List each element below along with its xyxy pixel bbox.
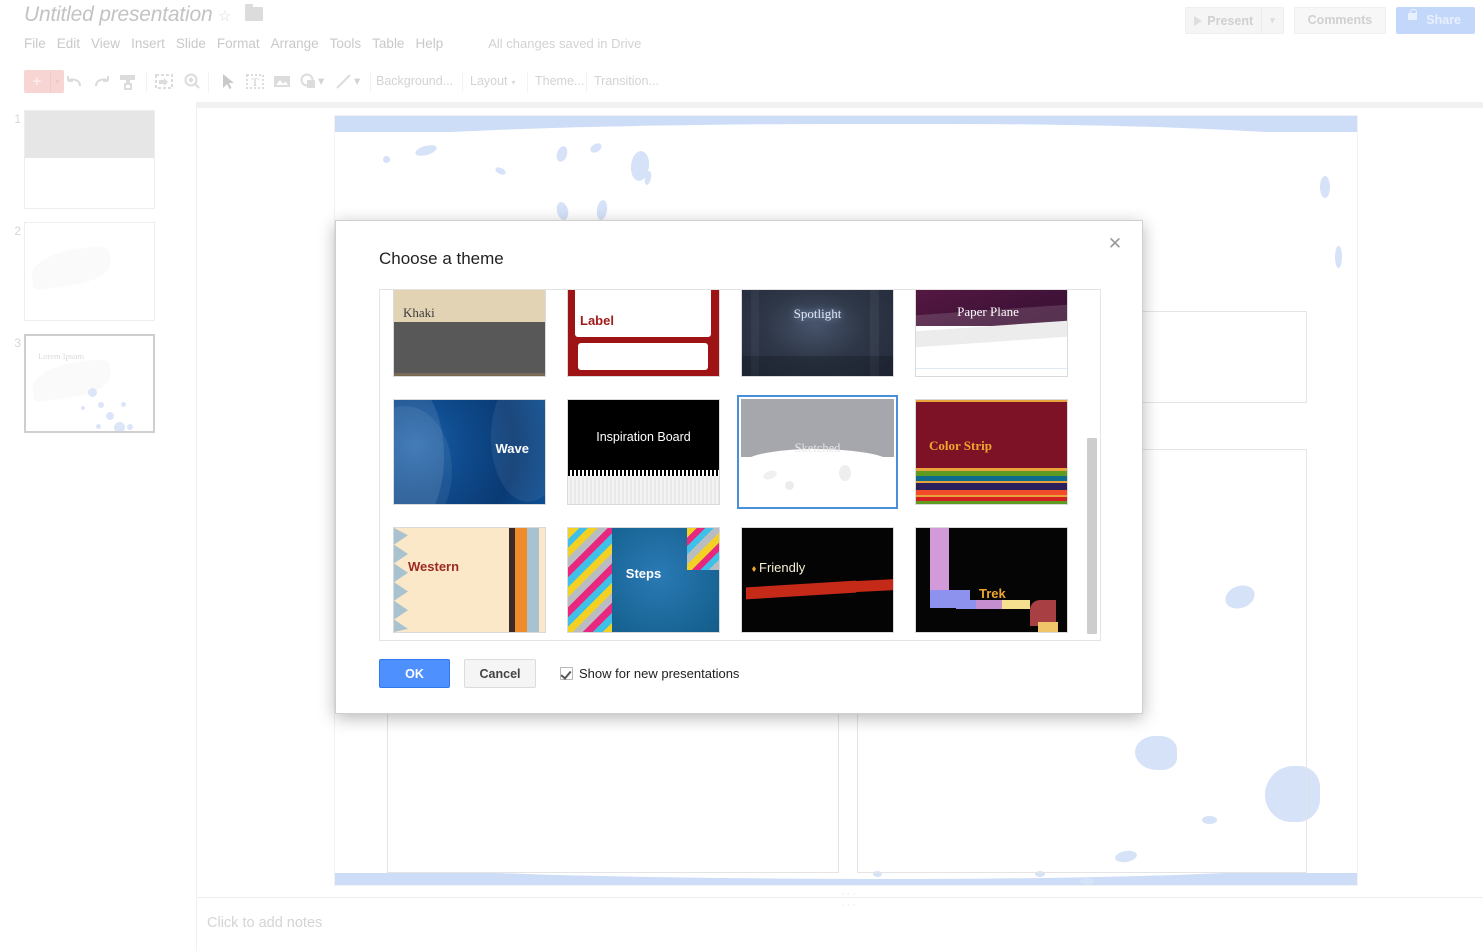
preview-splatter	[762, 468, 778, 482]
theme-scrollbar-thumb[interactable]	[1087, 438, 1097, 634]
preview-spark	[752, 566, 756, 572]
preview-shade	[742, 356, 893, 376]
theme-option-label[interactable]: Label	[563, 290, 724, 381]
dialog-title: Choose a theme	[379, 249, 504, 268]
theme-preview-western: Western	[394, 528, 545, 632]
theme-option-khaki[interactable]: Khaki	[389, 290, 550, 381]
theme-tile-label: Color Strip	[929, 438, 992, 453]
preview-zigzag	[493, 528, 509, 632]
preview-chevrons	[687, 528, 719, 570]
preview-ribbon	[852, 578, 893, 593]
theme-tile-label: Friendly	[759, 560, 806, 575]
preview-path	[930, 528, 949, 590]
theme-preview-wrapper: Inspiration Board	[567, 399, 720, 505]
theme-preview-trek: Trek	[916, 528, 1067, 632]
theme-tile-label: Sketched	[794, 441, 841, 455]
theme-option-sketched[interactable]: Sketched	[737, 395, 898, 509]
theme-tile-label: Wave	[495, 441, 529, 456]
preview-wave-arc	[394, 406, 452, 504]
theme-preview-wrapper: Label	[567, 290, 720, 377]
preview-band	[394, 321, 545, 376]
theme-preview-paperplane: Paper Plane	[916, 290, 1067, 376]
theme-option-inspiration-board[interactable]: Inspiration Board	[563, 395, 724, 509]
preview-path	[956, 600, 978, 609]
show-for-new-presentations-checkbox[interactable]: Show for new presentations	[560, 666, 739, 681]
theme-tile-label: Paper Plane	[957, 304, 1019, 319]
theme-option-steps[interactable]: Steps	[563, 523, 724, 637]
preview-path	[976, 600, 1002, 609]
theme-tile-label: Khaki	[403, 305, 435, 320]
theme-preview-wrapper: Khaki	[393, 290, 546, 377]
preview-splatter	[785, 481, 794, 490]
theme-option-paper-plane[interactable]: Paper Plane	[911, 290, 1072, 381]
theme-preview-wrapper: Steps	[567, 527, 720, 633]
theme-tile-label: Western	[408, 559, 460, 574]
theme-tile-label: Inspiration Board	[596, 430, 691, 444]
theme-preview-sketched: Sketched	[741, 399, 894, 505]
theme-preview-wrapper: Trek	[915, 527, 1068, 633]
theme-tile-label: Label	[580, 313, 614, 328]
preview-stripes	[916, 468, 1067, 504]
ok-button[interactable]: OK	[379, 659, 450, 688]
theme-preview-inspiration: Inspiration Board	[568, 400, 719, 504]
theme-list-panel[interactable]: Khaki Label Spotlight Paper Plane Wave I…	[379, 289, 1101, 641]
theme-option-trek[interactable]: Trek	[911, 523, 1072, 637]
theme-option-friendly[interactable]: Friendly	[737, 523, 898, 637]
preview-rule	[394, 373, 545, 376]
theme-preview-wrapper: Sketched	[741, 399, 894, 505]
theme-option-western[interactable]: Western	[389, 523, 550, 637]
preview-ribbon	[746, 580, 856, 600]
preview-path	[1038, 622, 1058, 632]
theme-preview-wave: Wave	[394, 400, 545, 504]
preview-zigzag	[394, 528, 408, 632]
theme-option-color-strip[interactable]: Color Strip	[911, 395, 1072, 509]
theme-option-spotlight[interactable]: Spotlight	[737, 290, 898, 381]
close-icon[interactable]: ✕	[1102, 231, 1128, 257]
google-slides-window: Untitled presentation ☆ File Edit View Inse…	[0, 0, 1483, 951]
theme-preview-khaki: Khaki	[394, 290, 545, 376]
theme-preview-wrapper: Friendly	[741, 527, 894, 633]
preview-stripe	[916, 400, 1067, 402]
cancel-button[interactable]: Cancel	[464, 659, 536, 688]
preview-path	[930, 590, 950, 608]
preview-splatter	[839, 465, 851, 481]
theme-preview-wrapper: Wave	[393, 399, 546, 505]
preview-card	[578, 343, 708, 370]
preview-path	[1002, 600, 1030, 609]
choose-theme-dialog: ✕ Choose a theme Khaki Label Spotlight P…	[335, 220, 1143, 714]
theme-preview-label: Label	[568, 290, 719, 376]
theme-preview-colorstrip: Color Strip	[916, 400, 1067, 504]
theme-option-wave[interactable]: Wave	[389, 395, 550, 509]
theme-preview-wrapper: Western	[393, 527, 546, 633]
theme-preview-wrapper: Paper Plane	[915, 290, 1068, 377]
theme-preview-wrapper: Color Strip	[915, 399, 1068, 505]
checkbox-label: Show for new presentations	[579, 666, 740, 681]
theme-preview-spotlight: Spotlight	[742, 290, 893, 376]
theme-preview-steps: Steps	[568, 528, 719, 632]
theme-grid: Khaki Label Spotlight Paper Plane Wave I…	[389, 290, 1079, 637]
theme-tile-label: Steps	[625, 566, 662, 581]
dialog-footer: OK Cancel Show for new presentations	[379, 659, 739, 688]
preview-paper	[568, 476, 719, 504]
theme-preview-friendly: Friendly	[742, 528, 893, 632]
theme-tile-label: Spotlight	[793, 306, 842, 321]
preview-rule	[916, 368, 1067, 369]
theme-tile-label: Trek	[979, 586, 1006, 601]
checkbox-box[interactable]	[560, 667, 573, 680]
theme-scrollbar-track[interactable]	[1086, 291, 1099, 640]
theme-preview-wrapper: Spotlight	[741, 290, 894, 377]
